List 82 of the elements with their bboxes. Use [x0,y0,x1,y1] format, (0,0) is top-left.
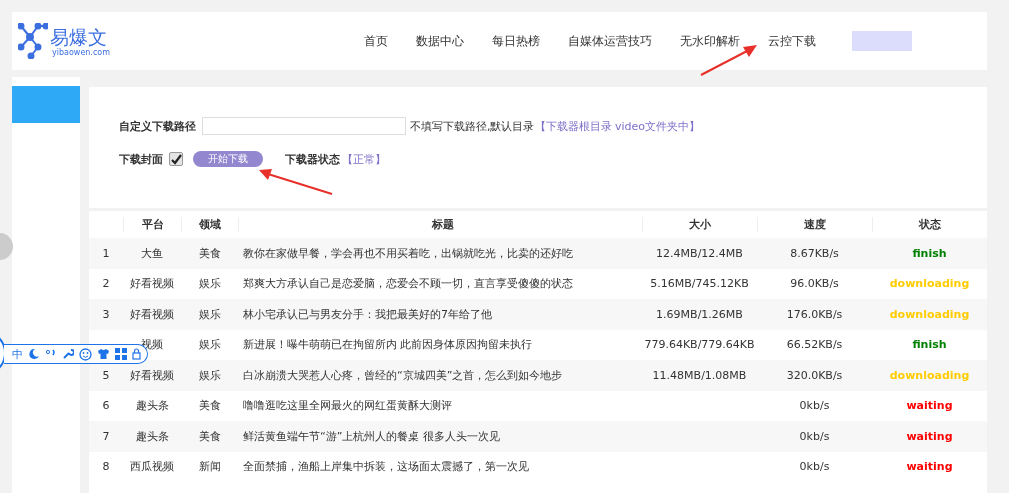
table-cell: 美食 [198,429,221,443]
table-cell: 0kb/s [799,460,830,474]
table-cell: 1.69MB/1.26MB [656,307,743,321]
column-header: 平台 [123,217,181,232]
shirt-icon[interactable] [97,348,110,360]
nav-link[interactable]: 每日热榜 [478,32,554,50]
path-input-field[interactable] [202,117,406,135]
table-cell: 美食 [198,399,221,413]
table-cell: 娱乐 [198,338,221,352]
table-cell: 白冰崩溃大哭惹人心疼，曾经的“京城四美”之首，怎么到如今地步 [243,368,563,382]
table-cell: 好看视频 [130,277,174,291]
status-text: waiting [906,460,953,474]
table-cell: 0kb/s [799,429,830,443]
lock-icon[interactable] [132,348,141,360]
status-label: 下载器状态 [285,151,340,167]
row-number: 1 [102,246,110,260]
table-cell: 大鱼 [141,246,163,260]
grid-icon[interactable] [115,348,127,360]
logo-domain: yibaowen.com [52,47,110,57]
table-cell: 320.0KB/s [786,368,843,382]
status-value: 【正常】 [342,151,386,167]
table-cell: 娱乐 [198,368,221,382]
status-text: waiting [906,399,953,413]
table-cell: 12.4MB/12.4MB [656,246,743,260]
table-cell: 新闻 [198,460,221,474]
table-cell: 0kb/s [799,399,830,413]
row-number: 8 [102,460,110,474]
table-cell: 176.0KB/s [786,307,843,321]
path-label: 自定义下载路径 [119,118,196,134]
wrench-icon[interactable] [62,348,74,360]
table-cell: 66.52KB/s [786,338,843,352]
table-cell: 鲜活黄鱼端午节“游”上杭州人的餐桌 很多人头一次见 [243,429,500,443]
table-cell: 96.0KB/s [790,277,839,291]
status-text: downloading [889,368,970,382]
row-number: 3 [102,307,110,321]
table-cell: 11.48MB/1.08MB [652,368,747,382]
column-header: 速度 [757,217,872,232]
nav-link[interactable]: 数据中心 [402,32,478,50]
network-logo-icon [18,23,48,59]
table-cell: 好看视频 [130,307,174,321]
logo-name: 易爆文 [50,25,108,48]
nav-link[interactable]: 无水印解析 [666,32,754,50]
table-cell: 郑爽大方承认自己是恋爱脑，恋爱会不顾一切，直言享受傻傻的状态 [243,277,573,291]
table-cell: 5.16MB/745.12KB [650,277,749,291]
status-text: finish [912,338,947,352]
column-header: 领域 [181,217,238,232]
table-cell: 779.64KB/779.64KB [644,338,755,352]
moon-icon[interactable] [28,348,40,360]
row-number: 6 [102,399,110,413]
table-cell: 林小宅承认已与男友分手：我把最美好的7年给了他 [243,307,492,321]
path-hint-link[interactable]: 【下载器根目录 video文件夹中】 [534,118,701,134]
status-text: downloading [889,277,970,291]
ime-language-toggle[interactable]: 中 [12,346,23,362]
path-hint: 不填写下载路径,默认目录 [410,118,535,134]
table-cell: 西瓜视频 [130,460,174,474]
column-header: 标题 [238,217,642,232]
column-header: 大小 [642,217,757,232]
status-text: downloading [889,307,970,321]
table-cell: 新进展！曝牛萌萌已在拘留所内 此前因身体原因拘留未执行 [243,338,533,352]
smiley-icon[interactable] [79,347,92,361]
status-text: waiting [906,429,953,443]
table-cell: 好看视频 [130,368,174,382]
table-cell: 趣头条 [135,429,169,443]
column-header: 状态 [872,217,987,232]
cover-label: 下载封面 [119,151,163,167]
table-cell: 趣头条 [135,399,169,413]
nav-link[interactable]: 云控下载 [754,32,830,50]
cover-checkbox[interactable] [169,152,183,166]
row-number: 2 [102,277,110,291]
nav-link[interactable]: 自媒体运营技巧 [554,32,666,50]
row-number: 5 [102,368,110,382]
status-text: finish [912,246,947,260]
table-cell: 8.67KB/s [790,246,839,260]
blurred-block [852,31,912,51]
table-cell: 美食 [198,246,221,260]
table-cell: 娱乐 [198,277,221,291]
table-cell: 噜噜逛吃这里全网最火的网红蛋黄酥大测评 [243,399,452,413]
table-cell: 全面禁捕，渔船上岸集中拆装，这场面太震撼了，第一次见 [243,460,529,474]
row-number: 7 [102,429,110,443]
table-cell: 娱乐 [198,307,221,321]
table-cell: 教你在家做早餐，学会再也不用买着吃，出锅就吃光，比卖的还好吃 [243,246,573,260]
nav-link[interactable]: 首页 [350,32,402,50]
